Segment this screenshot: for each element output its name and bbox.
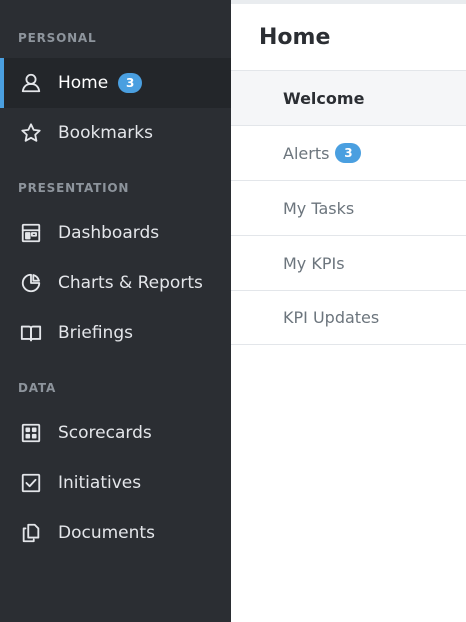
subnav-item-label: Alerts (283, 143, 330, 163)
subnav-item-my-tasks[interactable]: My Tasks (231, 180, 466, 235)
page-title: Home (259, 24, 331, 50)
sidebar-item-label: Scorecards (58, 423, 152, 443)
checkbox-icon (20, 472, 42, 494)
sidebar-item-label: Initiatives (58, 473, 142, 493)
subnav-item-label: My Tasks (283, 198, 355, 218)
subnav-item-welcome[interactable]: Welcome (231, 70, 466, 125)
sidebar-item-dashboards[interactable]: Dashboards (0, 208, 231, 258)
user-icon (20, 72, 42, 94)
sidebar-item-label: Dashboards (58, 223, 160, 243)
sidebar-item-home[interactable]: Home 3 (0, 58, 231, 108)
sidebar-item-label: Charts & Reports (58, 273, 203, 293)
pie-chart-icon (20, 272, 42, 294)
main-panel: Home Welcome Alerts 3 My Tasks My KPIs K… (231, 0, 466, 622)
app-window: PERSONAL Home 3 Bookmarks PRESENTATION D… (0, 0, 466, 622)
alerts-count-badge: 3 (335, 143, 362, 163)
subnav-item-kpi-updates[interactable]: KPI Updates (231, 290, 466, 345)
section-label-personal: PERSONAL (18, 31, 97, 45)
scorecard-icon (20, 422, 42, 444)
sidebar-item-label: Briefings (58, 323, 133, 343)
section-label-data: DATA (18, 381, 57, 395)
sidebar-item-documents[interactable]: Documents (0, 508, 231, 558)
sidebar-item-bookmarks[interactable]: Bookmarks (0, 108, 231, 158)
subnav-list: Welcome Alerts 3 My Tasks My KPIs KPI Up… (231, 70, 466, 345)
sidebar-item-label: Bookmarks (58, 123, 153, 143)
subnav-item-alerts[interactable]: Alerts 3 (231, 125, 466, 180)
subnav-item-label: My KPIs (283, 253, 345, 273)
sidebar-item-label: Documents (58, 523, 155, 543)
book-icon (20, 322, 42, 344)
subnav-item-my-kpis[interactable]: My KPIs (231, 235, 466, 290)
sidebar: PERSONAL Home 3 Bookmarks PRESENTATION D… (0, 0, 231, 622)
star-icon (20, 122, 42, 144)
subnav-item-label: Welcome (283, 88, 365, 108)
documents-icon (20, 522, 42, 544)
subnav-item-label: KPI Updates (283, 308, 380, 327)
sidebar-item-initiatives[interactable]: Initiatives (0, 458, 231, 508)
sidebar-item-charts-reports[interactable]: Charts & Reports (0, 258, 231, 308)
sidebar-item-scorecards[interactable]: Scorecards (0, 408, 231, 458)
main-header: Home (231, 0, 466, 70)
section-label-presentation: PRESENTATION (18, 181, 130, 195)
sidebar-item-briefings[interactable]: Briefings (0, 308, 231, 358)
sidebar-item-label: Home (58, 73, 109, 93)
home-count-badge: 3 (118, 73, 143, 93)
dashboard-icon (20, 222, 42, 244)
